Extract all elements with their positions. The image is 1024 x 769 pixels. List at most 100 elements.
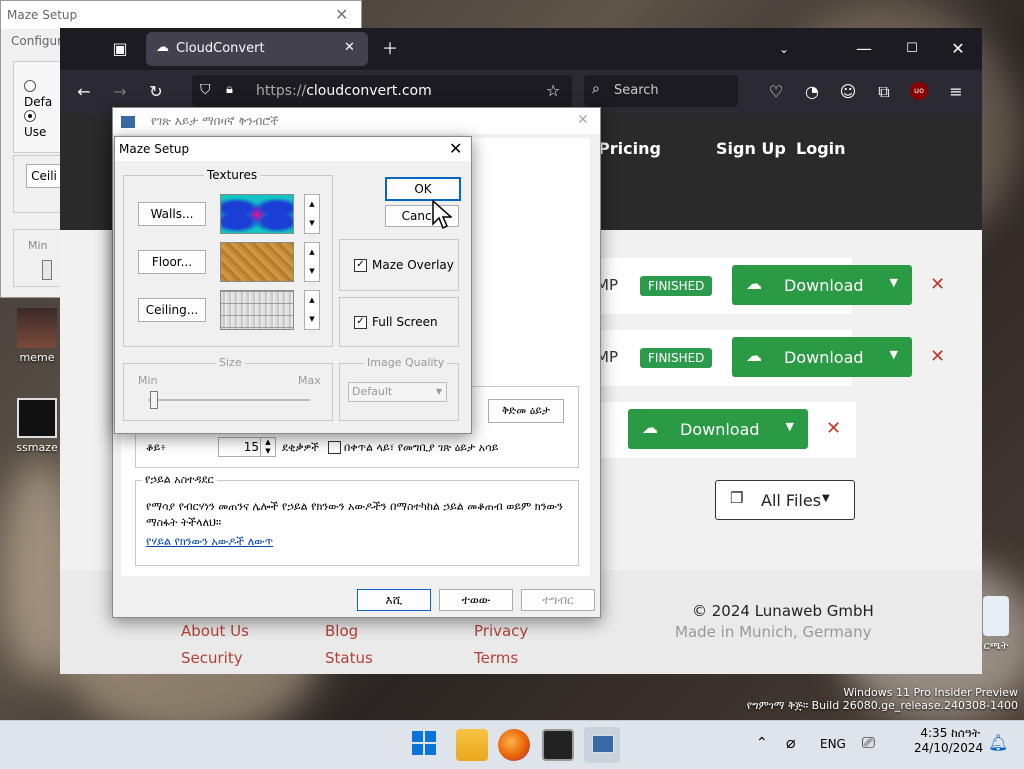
close-tab-icon[interactable]: ✕ [344,40,355,55]
url-bar[interactable]: ⛉ 🔒︎ https://cloudconvert.com ☆ [192,75,572,107]
status-badge: FINISHED [640,348,713,368]
all-files-button[interactable]: ❐ All Files ▼ [715,480,855,520]
monitor-icon[interactable]: ◔ [798,78,826,106]
screensaver-icon [17,398,57,438]
lock-icon: 🔒︎ [226,82,233,97]
size-slider-thumb[interactable] [150,391,158,409]
all-files-label: All Files [761,491,822,510]
url-text: https://cloudconvert.com [256,83,432,99]
menu-icon[interactable]: ≡ [942,78,970,106]
forward-icon[interactable]: → [106,78,134,106]
ceiling-button[interactable]: Ceiling... [138,298,206,322]
preview-button[interactable]: ቅድመ ዕይታ [488,399,564,423]
delete-icon[interactable]: ✕ [826,418,841,439]
files-icon: ❐ [730,489,744,507]
notification-bell-icon[interactable]: 🔔︎ [988,733,1008,752]
footer-link-privacy[interactable]: Privacy [474,622,528,640]
chevron-down-icon[interactable]: ▼ [890,276,898,289]
desktop-icon-label: ርጫት [983,639,1009,652]
tab-cloudconvert[interactable]: ☁ CloudConvert ✕ [146,32,368,66]
power-settings-link[interactable]: የሃይል የክንውን አውዶች ለውጥ [146,535,273,549]
screensaver-app-icon[interactable] [542,729,574,761]
pocket-icon[interactable]: ♡ [762,78,790,106]
ublock-icon[interactable]: uo [910,82,928,100]
maze-setup-dialog[interactable]: Maze Setup ✕ Textures Walls... ▲ ▼ Floor.… [114,136,472,434]
tab-list-icon[interactable]: ▣ [106,35,134,63]
size-label: Size [216,356,245,369]
footer-link-status[interactable]: Status [325,649,373,667]
chevron-down-icon[interactable]: ▼ [786,420,794,433]
floor-button[interactable]: Floor... [138,250,206,274]
floor-spinner[interactable]: ▲ ▼ [304,242,320,282]
tab-title: CloudConvert [176,41,265,56]
network-offline-icon[interactable]: ⌀ [786,733,796,752]
chevron-up-icon[interactable]: ⌃ [756,735,768,751]
footer-link-terms[interactable]: Terms [474,649,518,667]
desktop-icon-ssmaze[interactable]: ssmaze [12,398,62,454]
start-windows-icon[interactable] [412,731,436,755]
search-input[interactable]: ⌕ Search [584,75,738,107]
apply-button[interactable]: ተግብር [521,589,595,611]
desktop-icon-meme[interactable]: meme [12,308,62,364]
background-ceiling-button[interactable]: Ceili [26,164,62,188]
wait-spinner[interactable]: ▲ ▼ [260,437,276,457]
image-quality-select[interactable]: Default ▼ [348,382,447,402]
maze-overlay-checkbox[interactable]: ✓ [354,259,367,272]
search-icon: ⌕ [592,81,600,97]
extensions-icon[interactable]: ⧉ [870,78,898,106]
nav-login[interactable]: Login [796,139,846,158]
close-icon[interactable]: ✕ [449,139,462,158]
account-icon[interactable]: ☺ [834,78,862,106]
cancel-button[interactable]: ተወው [439,589,513,611]
delete-icon[interactable]: ✕ [930,346,945,367]
power-group-label: የኃይል አስተዳደር [142,473,217,487]
radio-default[interactable]: Defa [24,80,62,109]
close-icon[interactable]: ✕ [335,5,348,24]
footer-link-security[interactable]: Security [181,649,243,667]
image-icon [17,308,57,348]
watermark-line1: Windows 11 Pro Insider Preview [843,686,1018,699]
ok-button[interactable]: እሺ [357,589,431,611]
size-min-label: Min [138,374,158,387]
wait-minutes-input[interactable]: 15 [218,437,264,457]
download-button[interactable]: ☁ Download ▼ [628,409,808,449]
slider-thumb[interactable] [42,260,52,280]
back-icon[interactable]: ← [70,78,98,106]
download-button[interactable]: ☁ Download ▼ [732,265,912,305]
full-screen-checkbox[interactable]: ✓ [354,316,367,329]
clock[interactable]: 4:35 ከሰዓት 24/10/2024 [914,726,983,755]
delete-icon[interactable]: ✕ [930,274,945,295]
minimize-icon[interactable]: — [850,35,878,63]
ceiling-spinner[interactable]: ▲ ▼ [304,290,320,330]
firefox-icon[interactable] [498,729,530,761]
bookmark-star-icon[interactable]: ☆ [546,81,560,100]
close-icon[interactable]: ✕ [577,112,589,128]
maximize-icon[interactable]: ☐ [898,35,926,63]
full-screen-group: ✓ Full Screen [339,297,459,347]
background-slider-group: Min [13,229,63,287]
close-window-icon[interactable]: ✕ [944,35,972,63]
resume-checkbox[interactable] [328,441,341,454]
chevron-down-icon[interactable]: ⌄ [770,35,798,63]
download-label: Download [784,276,864,295]
walls-spinner[interactable]: ▲ ▼ [304,194,320,234]
radio-user[interactable]: Use [24,110,62,139]
display-speaker-icon[interactable]: ⎚ [862,733,875,753]
footer-link-about[interactable]: About Us [181,622,249,640]
chevron-down-icon[interactable]: ▼ [890,348,898,361]
power-management-group: የኃይል አስተዳደር የማሳያ የብርሃነን መጠንና ሌሎች የኃይል የክ… [135,473,579,566]
settings-app-active[interactable] [584,727,620,763]
language-indicator[interactable]: ENG [820,737,846,751]
taskbar: ⌃ ⌀ ENG ⎚ 4:35 ከሰዓት 24/10/2024 🔔︎ [0,720,1024,769]
shield-icon[interactable]: ⛉ [200,82,211,98]
file-explorer-icon[interactable] [456,729,488,761]
walls-button[interactable]: Walls... [138,202,206,226]
footer-link-blog[interactable]: Blog [325,622,358,640]
reload-icon[interactable]: ↻ [142,78,170,106]
ok-button[interactable]: OK [385,177,461,201]
new-tab-icon[interactable]: ＋ [376,35,404,63]
nav-pricing[interactable]: Pricing [598,139,661,158]
nav-signup[interactable]: Sign Up [716,139,786,158]
display-icon [592,735,614,753]
download-button[interactable]: ☁ Download ▼ [732,337,912,377]
